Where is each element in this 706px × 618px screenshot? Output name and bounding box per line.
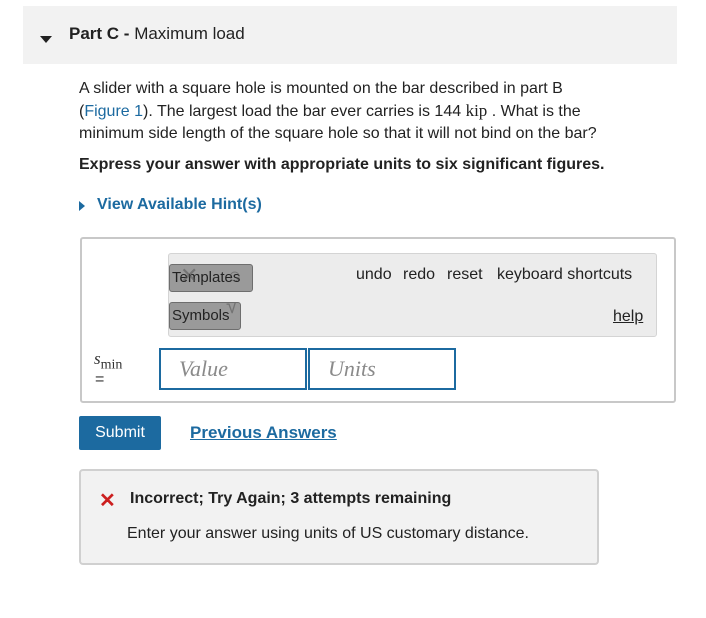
part-separator: - — [119, 24, 135, 43]
incorrect-x-icon: ✕ — [99, 490, 116, 512]
answer-box: Templates ✕ ○ Symbols √ undo redo reset … — [80, 237, 676, 403]
feedback-message: Enter your answer using units of US cust… — [127, 525, 529, 542]
variable-symbol: s — [94, 349, 101, 368]
part-label: Part C — [69, 24, 120, 43]
feedback-status: Incorrect; Try Again; 3 attempts remaini… — [130, 490, 452, 507]
symbols-button[interactable]: Symbols √ — [169, 302, 241, 330]
keyboard-shortcuts-button[interactable]: keyboard shortcuts — [497, 266, 632, 284]
answer-instructions: Express your answer with appropriate uni… — [79, 156, 605, 173]
math-toolbar: Templates ✕ ○ Symbols √ undo redo reset … — [168, 253, 657, 337]
collapse-caret-icon[interactable] — [40, 36, 52, 43]
redo-button[interactable]: redo — [403, 266, 435, 284]
problem-text-4: minimum side length of the square hole s… — [79, 125, 597, 142]
templates-button[interactable]: Templates ✕ ○ — [169, 264, 253, 292]
hint-link-label: View Available Hint(s) — [97, 196, 262, 213]
problem-text-1: A slider with a square hole is mounted o… — [79, 80, 563, 97]
figure-link[interactable]: Figure 1 — [84, 103, 143, 120]
problem-text-3: . What is the — [487, 103, 581, 120]
templates-x-icon: ✕ — [180, 264, 199, 288]
problem-text-2: ). The largest load the bar ever carries… — [143, 103, 466, 120]
symbols-label: Symbols — [172, 307, 230, 324]
submit-button[interactable]: Submit — [79, 416, 161, 450]
help-button[interactable]: help — [613, 308, 643, 326]
part-name: Maximum load — [134, 24, 245, 43]
part-title: Part C - Maximum load — [69, 24, 245, 44]
equals-sign: = — [95, 371, 105, 388]
part-header[interactable]: Part C - Maximum load — [23, 6, 677, 64]
value-input[interactable]: Value — [159, 348, 307, 390]
symbols-vector-icon: √ — [226, 302, 239, 318]
templates-circle-icon: ○ — [228, 264, 242, 288]
reset-button[interactable]: reset — [447, 266, 483, 284]
load-unit: kip — [465, 101, 488, 120]
expand-triangle-icon — [79, 201, 85, 211]
problem-statement: A slider with a square hole is mounted o… — [79, 78, 679, 145]
feedback-panel: ✕ Incorrect; Try Again; 3 attempts remai… — [79, 469, 599, 565]
undo-button[interactable]: undo — [356, 266, 392, 284]
variable-label: smin — [94, 349, 122, 373]
previous-answers-link[interactable]: Previous Answers — [190, 423, 337, 443]
units-input[interactable]: Units — [308, 348, 456, 390]
view-hints-link[interactable]: View Available Hint(s) — [79, 196, 262, 214]
